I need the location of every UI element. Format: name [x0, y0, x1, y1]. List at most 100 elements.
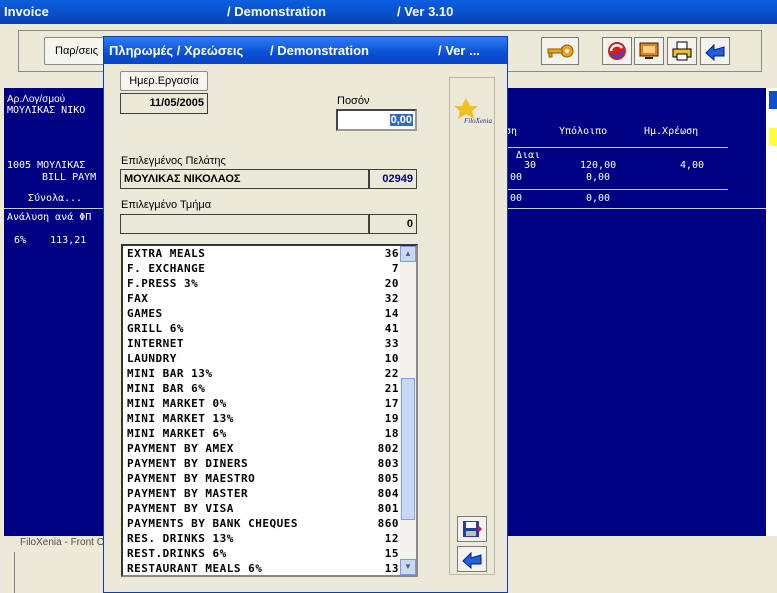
list-item[interactable]: MINI BAR 6% 21	[127, 382, 399, 397]
list-item[interactable]: F.PRESS 3% 20	[127, 277, 399, 292]
item-code: 803	[377, 457, 399, 470]
invoice-row-desc: BILL PAYM	[42, 172, 97, 183]
item-code: 13	[384, 562, 399, 575]
invoice-title-company: / Demonstration	[227, 4, 326, 19]
work-date-button[interactable]: Ημερ.Εργασία	[120, 71, 208, 91]
scroll-thumb[interactable]	[401, 378, 415, 520]
item-code: 20	[384, 277, 399, 290]
printer-icon	[672, 41, 692, 61]
exit-arrow-icon	[462, 551, 482, 569]
filoxenia-logo: FiloXenia	[452, 94, 492, 126]
list-item[interactable]: REST.DRINKS 6% 15	[127, 547, 399, 562]
item-name: PAYMENT BY MASTER	[127, 487, 249, 500]
item-name: GAMES	[127, 307, 163, 320]
invoice-row-balance: 120,00	[580, 160, 617, 171]
item-name: INTERNET	[127, 337, 184, 350]
invoice-title-version: / Ver 3.10	[397, 4, 454, 19]
charge-type-list[interactable]: EXTRA MEALS 36 F. EXCHANGE 7 F.PRESS 3% 20 FAX…	[121, 244, 418, 577]
item-code: 32	[384, 292, 399, 305]
item-name: PAYMENTS BY BANK CHEQUES	[127, 517, 298, 530]
save-button[interactable]	[457, 516, 487, 542]
back-button[interactable]	[700, 37, 730, 65]
list-item[interactable]: MINI MARKET 6% 18	[127, 427, 399, 442]
list-item[interactable]: PAYMENT BY DINERS 803	[127, 457, 399, 472]
screen-button[interactable]	[634, 37, 664, 65]
item-code: 7	[391, 262, 399, 275]
account-label: Αρ.Λογ/σμού	[7, 94, 66, 105]
department-code-field: 0	[369, 214, 417, 234]
list-item[interactable]: INTERNET 33	[127, 337, 399, 352]
scroll-down-button[interactable]: ▼	[400, 559, 416, 575]
item-name: MINI MARKET 13%	[127, 412, 234, 425]
list-item[interactable]: GRILL 6% 41	[127, 322, 399, 337]
list-item[interactable]: PAYMENTS BY BANK CHEQUES 860	[127, 517, 399, 532]
item-name: REST.DRINKS 6%	[127, 547, 227, 560]
item-code: 10	[384, 352, 399, 365]
list-item[interactable]: FAX 32	[127, 292, 399, 307]
column-header-balance: Υπόλοιπο	[559, 126, 608, 137]
invoice-title-bar: Invoice / Demonstration / Ver 3.10	[0, 0, 777, 24]
payments-dialog: Πληρωμές / Χρεώσεις / Demonstration / Ve…	[103, 36, 508, 593]
invoice-row-charge: 4,00	[680, 160, 705, 171]
item-code: 805	[377, 472, 399, 485]
save-icon	[463, 521, 482, 537]
list-item[interactable]: LAUNDRY 10	[127, 352, 399, 367]
item-code: 22	[384, 367, 399, 380]
list-item[interactable]: MINI MARKET 13% 19	[127, 412, 399, 427]
vat-analysis-label: Ανάλυση ανά ΦΠ	[7, 212, 92, 223]
item-code: 804	[377, 487, 399, 500]
amount-label: Ποσόν	[337, 95, 370, 107]
totals-value: 00	[510, 193, 523, 204]
list-item[interactable]: MINI MARKET 0% 17	[127, 397, 399, 412]
department-name-field	[120, 214, 369, 234]
monitor-icon	[639, 42, 659, 59]
dialog-title-bar: Πληρωμές / Χρεώσεις / Demonstration / Ve…	[104, 37, 507, 64]
list-item[interactable]: EXTRA MEALS 36	[127, 247, 399, 262]
refresh-button[interactable]	[602, 37, 632, 65]
totals-label: Σύνολα...	[28, 193, 83, 204]
item-code: 41	[384, 322, 399, 335]
list-item[interactable]: RESTAURANT MEALS 6% 13	[127, 562, 399, 575]
key-icon	[547, 44, 574, 58]
print-button[interactable]	[667, 37, 697, 65]
refresh-icon	[608, 42, 626, 60]
item-code: 18	[384, 427, 399, 440]
status-text: FiloXenia - Front O	[20, 537, 105, 548]
invoice-row-value: 30	[524, 160, 537, 171]
item-name: PAYMENT BY DINERS	[127, 457, 249, 470]
item-name: RES. DRINKS 13%	[127, 532, 234, 545]
list-scrollbar[interactable]: ▲ ▼	[400, 246, 416, 575]
back-arrow-icon	[705, 43, 725, 61]
list-item[interactable]: PAYMENT BY MASTER 804	[127, 487, 399, 502]
list-item[interactable]: PAYMENT BY VISA 801	[127, 502, 399, 517]
invoice-row2-balance: 0,00	[586, 172, 611, 183]
item-name: F. EXCHANGE	[127, 262, 206, 275]
dialog-title-version: / Ver ...	[438, 43, 480, 58]
item-name: PAYMENT BY VISA	[127, 502, 234, 515]
scroll-up-button[interactable]: ▲	[400, 246, 416, 262]
item-name: RESTAURANT MEALS 6%	[127, 562, 263, 575]
amount-input[interactable]: 0,00	[336, 109, 417, 131]
key-button[interactable]	[541, 37, 579, 65]
item-code: 15	[384, 547, 399, 560]
list-item[interactable]: RES. DRINKS 13% 12	[127, 532, 399, 547]
item-name: MINI MARKET 6%	[127, 427, 227, 440]
customer-code-field: 02949	[369, 169, 417, 189]
item-code: 860	[377, 517, 399, 530]
item-code: 33	[384, 337, 399, 350]
item-name: PAYMENT BY MAESTRO	[127, 472, 256, 485]
right-edge-panel	[766, 88, 777, 536]
work-date-field: 11/05/2005	[120, 93, 208, 114]
amount-value: 0,00	[389, 114, 413, 126]
list-item[interactable]: F. EXCHANGE 7	[127, 262, 399, 277]
item-name: GRILL 6%	[127, 322, 184, 335]
list-item[interactable]: PAYMENT BY AMEX 802	[127, 442, 399, 457]
item-name: MINI BAR 6%	[127, 382, 206, 395]
item-code: 14	[384, 307, 399, 320]
list-item[interactable]: PAYMENT BY MAESTRO 805	[127, 472, 399, 487]
list-item[interactable]: MINI BAR 13% 22	[127, 367, 399, 382]
dialog-title-company: / Demonstration	[270, 43, 369, 58]
list-item[interactable]: GAMES 14	[127, 307, 399, 322]
exit-button[interactable]	[457, 546, 487, 572]
account-name: ΜΟΥΛΙΚΑΣ ΝΙΚΟ	[7, 105, 86, 116]
